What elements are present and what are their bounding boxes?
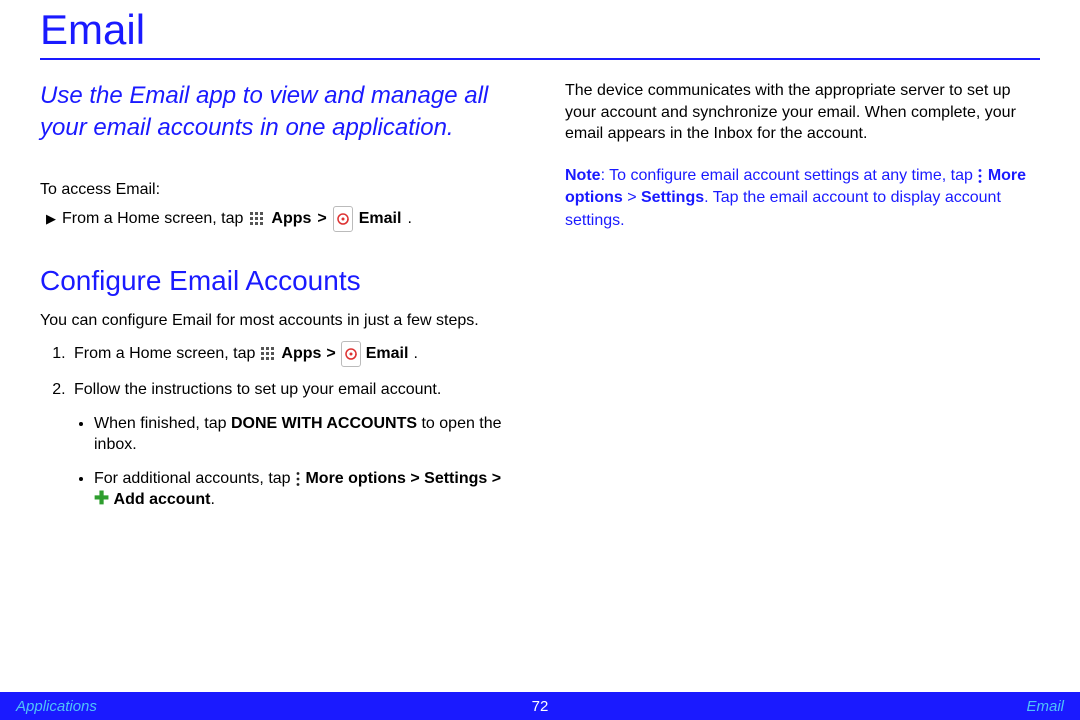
sub-b: For additional accounts, tap More option…: [94, 468, 515, 511]
settings-label: Settings: [424, 470, 487, 487]
page-number: 72: [532, 698, 549, 715]
note-label: Note: [565, 167, 601, 184]
intro-text: Use the Email app to view and manage all…: [40, 80, 515, 145]
gt: >: [623, 189, 641, 206]
apps-label: Apps: [281, 343, 321, 365]
steps-list: From a Home screen, tap Apps >: [40, 341, 515, 511]
triangle-bullet-icon: ▶: [46, 210, 56, 228]
done-label: DONE WITH ACCOUNTS: [231, 415, 417, 432]
apps-grid-icon: [249, 208, 265, 230]
gt: >: [326, 343, 335, 365]
dot: .: [413, 343, 417, 365]
left-column: Use the Email app to view and manage all…: [40, 80, 515, 523]
email-app-icon: [333, 206, 353, 232]
access-lead: To access Email:: [40, 179, 515, 201]
plus-icon: ✚: [94, 488, 109, 508]
content-columns: Use the Email app to view and manage all…: [40, 80, 1040, 523]
text: For additional accounts, tap: [94, 470, 295, 487]
step-1: From a Home screen, tap Apps >: [70, 341, 515, 367]
page-footer: Applications 72 Email: [0, 692, 1080, 720]
gt: >: [487, 470, 501, 487]
email-app-icon: [341, 341, 361, 367]
more-options-icon: [977, 167, 983, 184]
apps-label: Apps: [271, 208, 311, 230]
gt: >: [317, 208, 326, 230]
section-configure-para: You can configure Email for most account…: [40, 310, 515, 332]
dot: .: [407, 208, 411, 230]
settings-label: Settings: [641, 189, 704, 206]
sub-a: When finished, tap DONE WITH ACCOUNTS to…: [94, 413, 515, 456]
access-instruction: ▶ From a Home screen, tap Apps > Email.: [40, 206, 515, 232]
step-2: Follow the instructions to set up your e…: [70, 379, 515, 511]
add-account-label: Add account: [114, 491, 211, 508]
sub-bullets: When finished, tap DONE WITH ACCOUNTS to…: [74, 413, 515, 511]
email-label: Email: [366, 343, 409, 365]
text: : To configure email account settings at…: [601, 167, 978, 184]
note-block: Note: To configure email account setting…: [565, 165, 1040, 232]
footer-right: Email: [1026, 698, 1064, 715]
more-options-label: More options: [305, 470, 405, 487]
more-options-icon: [295, 470, 301, 487]
section-configure-title: Configure Email Accounts: [40, 262, 515, 300]
dot: .: [210, 491, 214, 508]
page-title: Email: [40, 0, 1040, 60]
text: From a Home screen, tap: [74, 343, 255, 365]
sync-para: The device communicates with the appropr…: [565, 80, 1040, 145]
gt: >: [406, 470, 424, 487]
text: Follow the instructions to set up your e…: [74, 381, 441, 398]
apps-grid-icon: [260, 343, 276, 365]
right-column: The device communicates with the appropr…: [565, 80, 1040, 523]
text: From a Home screen, tap: [62, 208, 243, 230]
text: When finished, tap: [94, 415, 231, 432]
footer-left: Applications: [16, 698, 97, 715]
email-label: Email: [359, 208, 402, 230]
